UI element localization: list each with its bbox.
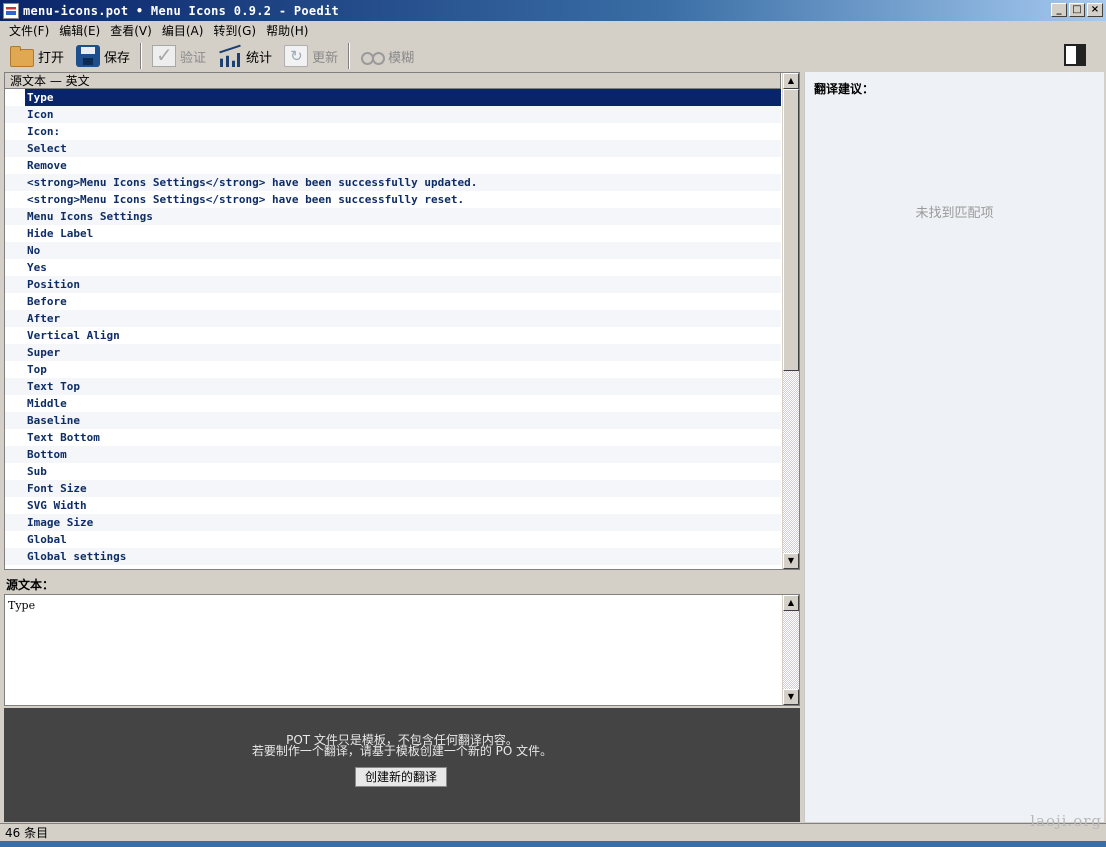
list-item[interactable]: Super: [5, 344, 781, 361]
list-item[interactable]: Global settings: [5, 548, 781, 565]
list-item[interactable]: <strong>Menu Icons Settings</strong> hav…: [5, 174, 781, 191]
entry-count: 46 条目: [5, 826, 49, 840]
poedit-app-icon[interactable]: [3, 2, 19, 19]
save-icon: [76, 45, 101, 67]
title-bar: menu-icons.pot • Menu Icons 0.9.2 - Poed…: [0, 0, 1106, 21]
maximize-button[interactable]: □: [1069, 3, 1085, 17]
statistics-button[interactable]: 统计: [214, 42, 276, 70]
open-label: 打开: [38, 50, 65, 66]
list-item[interactable]: Hide Label: [5, 225, 781, 242]
close-button[interactable]: ×: [1087, 3, 1103, 17]
scroll-up-arrow-icon[interactable]: ▲: [783, 595, 799, 611]
menu-bar: 文件(F) 编辑(E) 查看(V) 编目(A) 转到(G) 帮助(H): [0, 21, 1106, 40]
scroll-down-arrow-icon[interactable]: ▼: [783, 553, 799, 569]
toolbar-separator: [348, 43, 351, 69]
list-item[interactable]: Type: [25, 89, 781, 106]
list-item[interactable]: <strong>Menu Icons Settings</strong> hav…: [5, 191, 781, 208]
list-item[interactable]: Image Size: [5, 514, 781, 531]
source-text-value: Type: [8, 599, 36, 612]
toolbar-separator: [140, 43, 143, 69]
translation-suggestions-panel: 翻译建议： 未找到匹配项: [804, 72, 1104, 822]
list-item[interactable]: Select: [5, 140, 781, 157]
create-translation-button[interactable]: 创建新的翻译: [355, 767, 447, 787]
menu-file[interactable]: 文件(F): [4, 22, 54, 39]
list-item[interactable]: Icon:: [5, 123, 781, 140]
list-item[interactable]: Before: [5, 293, 781, 310]
status-bar: 46 条目: [0, 823, 1106, 841]
list-item[interactable]: Font Size: [5, 480, 781, 497]
sidebar-toggle-icon[interactable]: [1064, 44, 1086, 66]
list-scrollbar[interactable]: ▲ ▼: [782, 73, 799, 569]
checkmark-icon: [152, 43, 177, 67]
list-item[interactable]: Yes: [5, 259, 781, 276]
list-item[interactable]: Middle: [5, 395, 781, 412]
scroll-thumb[interactable]: [783, 89, 799, 371]
list-item[interactable]: After: [5, 310, 781, 327]
save-label: 保存: [104, 50, 131, 66]
minimize-button[interactable]: _: [1051, 3, 1067, 17]
list-item[interactable]: Global: [5, 531, 781, 548]
list-item[interactable]: Menu Icons Settings: [5, 208, 781, 225]
list-item[interactable]: No: [5, 242, 781, 259]
list-item[interactable]: Baseline: [5, 412, 781, 429]
save-button[interactable]: 保存: [72, 42, 134, 70]
validate-button[interactable]: 验证: [148, 42, 210, 70]
scroll-up-arrow-icon[interactable]: ▲: [783, 73, 799, 89]
list-item[interactable]: Top: [5, 361, 781, 378]
list-item[interactable]: Remove: [5, 157, 781, 174]
column-header-source[interactable]: 源文本 — 英文: [5, 73, 781, 89]
fuzzy-button[interactable]: 模糊: [356, 42, 418, 70]
list-item[interactable]: Bottom: [5, 446, 781, 463]
refresh-icon: [284, 45, 309, 67]
scroll-down-arrow-icon[interactable]: ▼: [783, 689, 799, 705]
menu-goto[interactable]: 转到(G): [208, 22, 261, 39]
list-item[interactable]: Text Top: [5, 378, 781, 395]
window-title: menu-icons.pot • Menu Icons 0.9.2 - Poed…: [23, 3, 340, 18]
source-scrollbar[interactable]: ▲ ▼: [782, 595, 799, 705]
menu-edit[interactable]: 编辑(E): [54, 22, 105, 39]
watermark: laoji.org: [1030, 812, 1102, 830]
list-rows: Type Icon Icon: Select Remove <strong>Menu Ic…: [5, 89, 781, 565]
folder-icon: [10, 46, 34, 67]
glasses-icon: [360, 45, 386, 67]
window-bottom-edge: [0, 841, 1106, 847]
source-text-label: 源文本：: [6, 578, 55, 592]
no-matches-message: 未找到匹配项: [915, 206, 994, 221]
menu-help[interactable]: 帮助(H): [261, 22, 313, 39]
menu-catalog[interactable]: 编目(A): [157, 22, 209, 39]
update-label: 更新: [312, 50, 339, 66]
bar-chart-icon: [218, 45, 242, 67]
toolbar: 打开 保存 验证 统计 更新 模糊: [0, 40, 1106, 72]
pot-notice-panel: POT 文件只是模板，不包含任何翻译内容。 若要制作一个翻译，请基于模板创建一个…: [4, 708, 800, 822]
strings-list: 源文本 — 英文 Type Icon Icon: Select Remove <stron…: [4, 72, 800, 570]
source-text-box[interactable]: Type ▲ ▼: [4, 594, 800, 706]
suggestions-title: 翻译建议：: [814, 82, 875, 96]
fuzzy-label: 模糊: [388, 50, 415, 66]
list-item[interactable]: Icon: [5, 106, 781, 123]
notice-line-2: 若要制作一个翻译，请基于模板创建一个新的 PO 文件。: [251, 744, 553, 758]
validate-label: 验证: [180, 50, 207, 66]
list-item[interactable]: Text Bottom: [5, 429, 781, 446]
list-item[interactable]: SVG Width: [5, 497, 781, 514]
list-item[interactable]: Position: [5, 276, 781, 293]
list-item[interactable]: Sub: [5, 463, 781, 480]
update-button[interactable]: 更新: [280, 42, 342, 70]
menu-view[interactable]: 查看(V): [105, 22, 157, 39]
open-button[interactable]: 打开: [6, 42, 68, 70]
statistics-label: 统计: [246, 50, 273, 66]
list-item[interactable]: Vertical Align: [5, 327, 781, 344]
